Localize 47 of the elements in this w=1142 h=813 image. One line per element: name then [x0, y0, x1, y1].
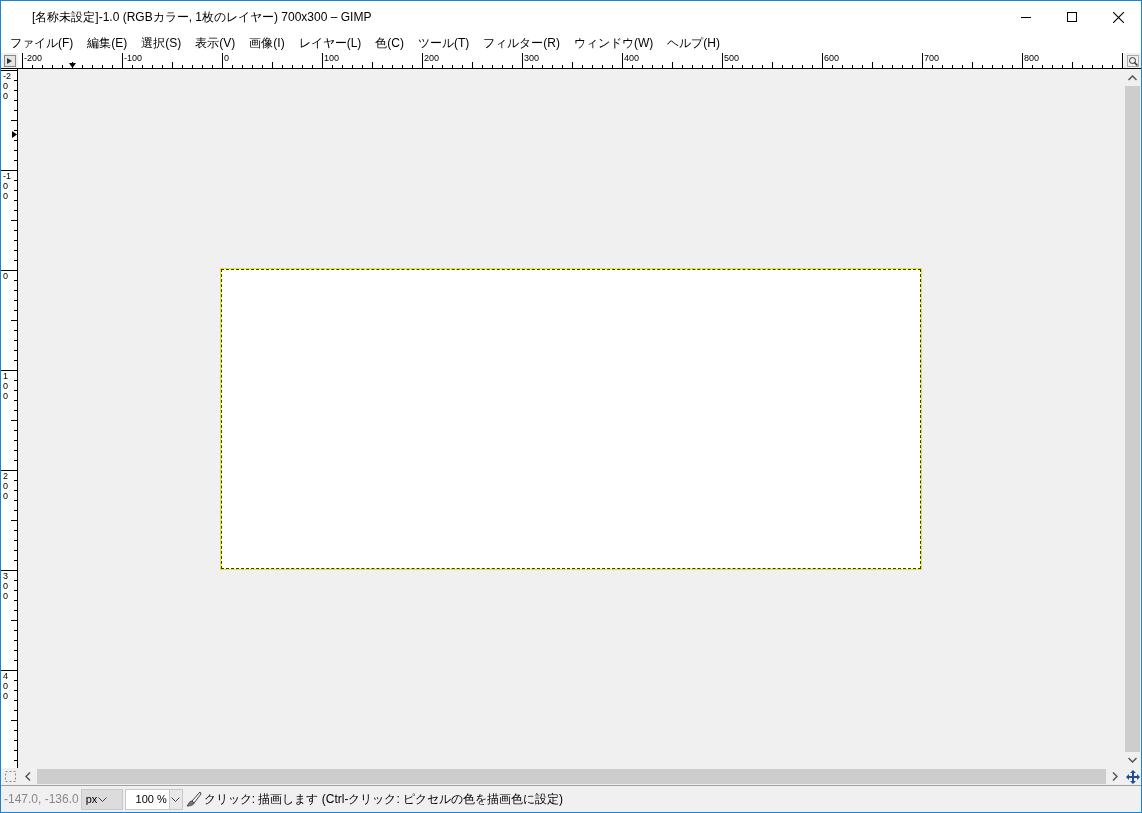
ruler-label: 700 [924, 53, 940, 64]
menu-arrow-button[interactable] [3, 54, 16, 67]
status-message: クリック: 描画します (Ctrl-クリック: ピクセルの色を描画色に設定) [203, 791, 564, 808]
scrollbar-thumb[interactable] [1125, 86, 1140, 752]
ruler-label: 300 [524, 53, 540, 64]
menu-item[interactable]: レイヤー(L) [298, 34, 362, 52]
menu-item[interactable]: ファイル(F) [10, 34, 74, 52]
minimize-icon [1021, 16, 1031, 18]
ruler-label: 500 [724, 53, 740, 64]
window-title: [名称未設定]-1.0 (RGBカラー, 1枚のレイヤー) 700x300 – GIMP [31, 9, 372, 26]
scroll-left-icon[interactable] [25, 772, 31, 781]
ruler-label: -100 [124, 53, 142, 64]
menu-item[interactable]: フィルター(R) [483, 34, 560, 52]
scroll-right-icon[interactable] [1112, 772, 1118, 781]
ruler-label: -200 [3, 72, 12, 102]
chevron-down-icon [98, 796, 108, 802]
menu-item[interactable]: 画像(I) [249, 34, 285, 52]
navigate-icon[interactable] [1125, 769, 1140, 784]
chevron-down-icon [171, 796, 181, 802]
ruler-label: 0 [224, 53, 229, 64]
menu-item[interactable]: 表示(V) [195, 34, 236, 52]
vertical-scrollbar[interactable] [1124, 69, 1141, 768]
scroll-down-icon[interactable] [1128, 757, 1137, 763]
menu-item[interactable]: 編集(E) [87, 34, 128, 52]
brush-icon [185, 791, 202, 807]
play-icon [7, 57, 12, 64]
zoom-icon[interactable] [1126, 54, 1139, 67]
menu-item[interactable]: ヘルプ(H) [667, 34, 720, 52]
ruler-label: 800 [1024, 53, 1040, 64]
maximize-icon [1067, 12, 1077, 22]
zoom-field[interactable]: 100 % [124, 788, 183, 810]
menu-item[interactable]: ツール(T) [418, 34, 470, 52]
unit-dropdown[interactable]: px [80, 788, 123, 810]
ruler-label: -100 [3, 172, 12, 202]
ruler-label: 200 [424, 53, 440, 64]
ruler-label: 100 [324, 53, 340, 64]
close-icon [1112, 11, 1124, 23]
ruler-label: 600 [824, 53, 840, 64]
ruler-label: 400 [624, 53, 640, 64]
scroll-up-icon[interactable] [1128, 75, 1137, 81]
ruler-label: -200 [24, 53, 42, 64]
quick-mask-icon[interactable] [4, 771, 16, 782]
menu-item[interactable]: ウィンドウ(W) [574, 34, 654, 52]
menu-item[interactable]: 選択(S) [141, 34, 182, 52]
menu-item[interactable]: 色(C) [375, 34, 404, 52]
pointer-coordinates: -147.0, -136.0 [3, 791, 79, 808]
zoom-dropdown-button[interactable] [168, 789, 182, 809]
